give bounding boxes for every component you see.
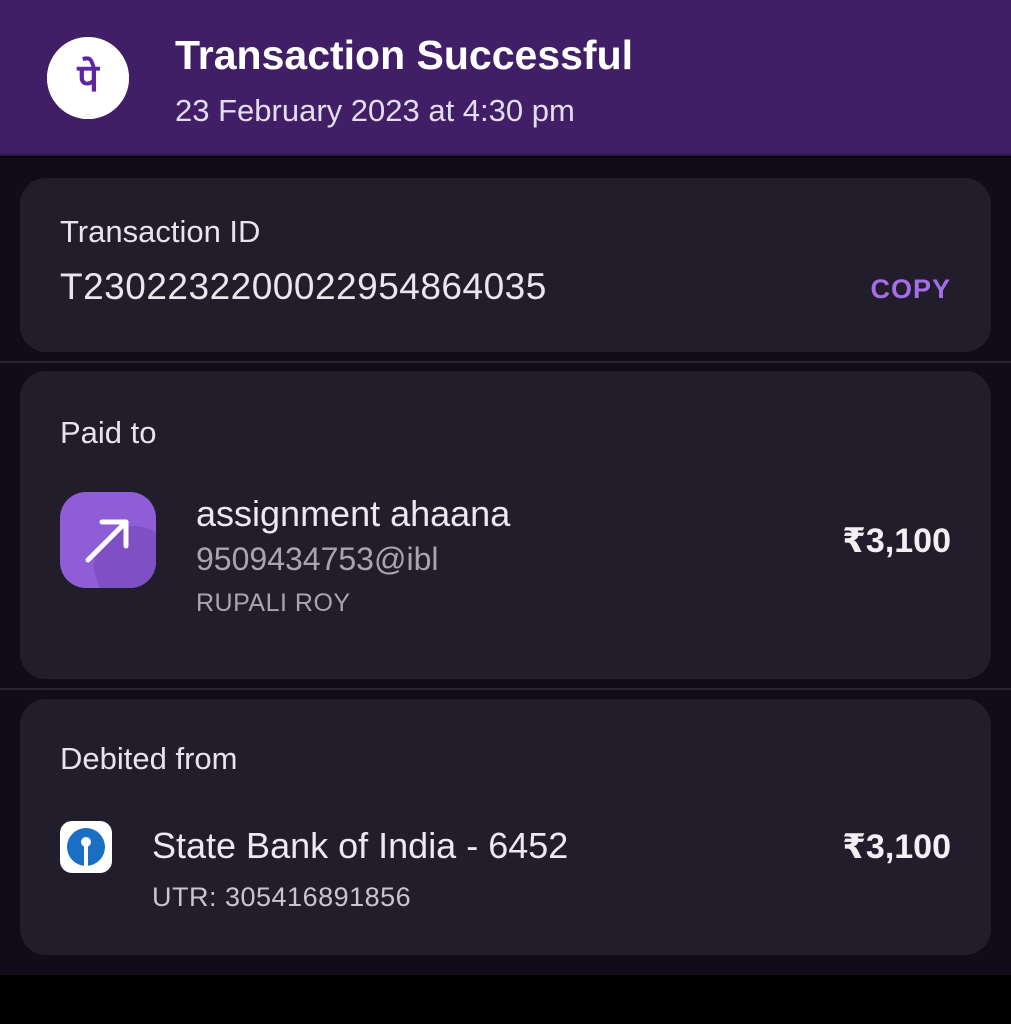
- section-divider: [0, 688, 1011, 690]
- transaction-id-value: T2302232200022954864035: [60, 266, 547, 307]
- payee-name: assignment ahaana: [196, 493, 511, 534]
- payee-upi-id: 9509434753@ibl: [196, 541, 439, 577]
- transaction-header: पे Transaction Successful 23 February 20…: [0, 0, 1011, 156]
- sbi-bank-icon: [60, 821, 112, 873]
- phonepe-logo-mark: पे: [47, 37, 129, 119]
- transaction-id-label: Transaction ID: [60, 214, 261, 249]
- debited-amount: ₹3,100: [842, 828, 951, 866]
- copy-button[interactable]: COPY: [870, 274, 951, 305]
- arrow-up-right-icon: [60, 492, 156, 588]
- transaction-id-card: Transaction ID T2302232200022954864035 C…: [20, 178, 991, 352]
- transaction-details-screen: पे Transaction Successful 23 February 20…: [0, 0, 1011, 1024]
- transaction-datetime: 23 February 2023 at 4:30 pm: [175, 93, 575, 128]
- phonepe-logo: पे: [47, 37, 129, 119]
- logo-glyph: पे: [76, 56, 100, 100]
- utr-number: UTR: 305416891856: [152, 882, 412, 912]
- bank-account-name: State Bank of India - 6452: [152, 825, 569, 866]
- payee-account-holder: RUPALI ROY: [196, 589, 351, 617]
- paid-to-card[interactable]: Paid to assignment ahaana 9509434753@ibl…: [20, 371, 991, 679]
- paid-to-label: Paid to: [60, 415, 157, 450]
- transaction-body: Transaction ID T2302232200022954864035 C…: [0, 158, 1011, 975]
- debited-from-card[interactable]: Debited from State Bank of India - 6452 …: [20, 699, 991, 955]
- paid-amount: ₹3,100: [842, 522, 951, 560]
- page-title: Transaction Successful: [175, 32, 634, 78]
- debited-from-label: Debited from: [60, 741, 238, 776]
- section-divider: [0, 361, 1011, 363]
